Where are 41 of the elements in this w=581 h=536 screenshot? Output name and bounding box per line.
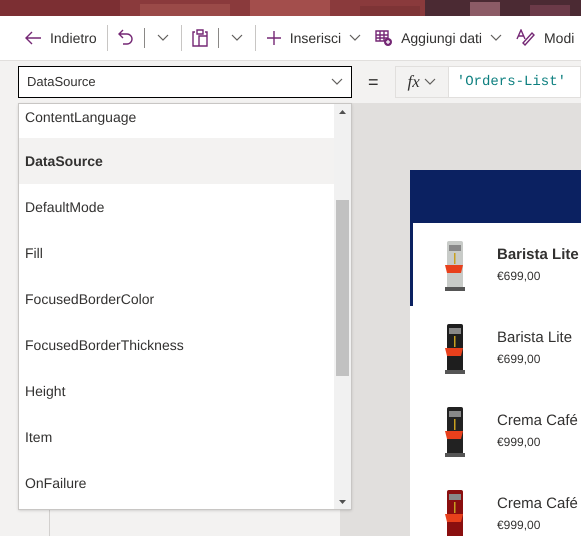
caret-icon [424,78,436,86]
pen-text-icon [516,29,536,47]
property-option[interactable]: FocusedBorderColor [19,276,334,322]
caret-icon [156,34,169,42]
product-name: Barista Lite [497,328,572,348]
product-price: €699,00 [497,350,542,368]
gallery-item[interactable]: Crema Café €999,00 [410,472,581,536]
gallery-item[interactable]: Barista Lite €699,00 [410,306,581,389]
formula-text: 'Orders-List' [456,72,568,92]
property-option[interactable]: Height [19,368,334,414]
toolbar-button[interactable]: Aggiungi dati [371,23,506,53]
back-arrow-icon [24,30,42,46]
plus-icon [266,30,282,46]
product-name: Barista Lite [497,245,579,266]
table-add-icon [375,29,394,47]
property-option[interactable]: FocusedBorderThickness [19,322,334,368]
clipboard-icon [192,29,208,47]
formula-field[interactable]: fx 'Orders-List' [394,66,581,98]
property-option[interactable]: DataSource [19,138,334,184]
gallery-item[interactable]: Barista Lite €699,00 [410,223,581,306]
product-price: €999,00 [497,434,542,451]
property-option[interactable]: ContentLanguage [19,104,334,138]
toolbar-button[interactable]: Inserisci [262,23,366,53]
gallery-item[interactable]: Crema Café €999,00 [410,389,581,472]
equals-sign: = [367,70,380,94]
function-button[interactable]: fx [396,67,449,97]
product-price: €999,00 [497,516,542,534]
product-price: €699,00 [497,268,542,285]
product-name: Crema Café [497,494,578,514]
property-option[interactable]: Fill [19,230,334,276]
caret-icon [230,34,243,42]
property-option[interactable]: DefaultMode [19,184,334,230]
property-option[interactable]: OnFailure [19,460,334,506]
caret-icon [331,78,343,86]
toolbar-button[interactable]: Indietro [20,23,101,53]
scrollbar[interactable] [334,104,351,509]
product-name: Crema Café [497,411,578,432]
undo-icon [118,29,134,47]
toolbar-button[interactable]: Modi [512,23,578,53]
property-dropdown[interactable]: DataSource [18,66,352,98]
property-option[interactable]: Item [19,414,334,460]
